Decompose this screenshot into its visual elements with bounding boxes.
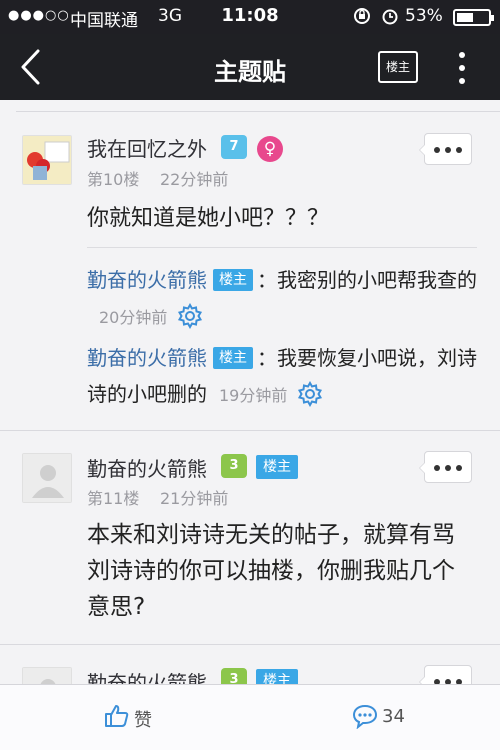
username[interactable]: 勤奋的火箭熊 — [87, 667, 207, 684]
divider — [87, 247, 477, 248]
op-tag: 楼主 — [256, 455, 298, 479]
reply-time: 19分钟前 — [219, 386, 288, 405]
default-avatar-icon — [23, 454, 71, 502]
more-dots-icon[interactable] — [419, 665, 472, 684]
op-tag: 楼主 — [256, 669, 298, 684]
page-title: 主题贴 — [214, 58, 286, 86]
bottom-toolbar: 赞 34 — [0, 684, 500, 750]
rotation-lock-icon — [352, 6, 372, 31]
divider — [0, 430, 500, 431]
battery-percentage: 53% — [405, 6, 443, 26]
nav-bar: 主题贴 楼主 — [0, 34, 500, 100]
settings-gear-icon[interactable] — [177, 302, 203, 330]
username[interactable]: 勤奋的火箭熊 — [87, 453, 207, 482]
thumbs-up-icon — [105, 705, 129, 727]
like-label: 赞 — [134, 710, 152, 731]
battery-icon — [453, 9, 494, 26]
post-body: 你就知道是她小吧？？？ — [87, 206, 330, 231]
more-vertical-icon[interactable] — [453, 50, 471, 86]
floor-number: 第11楼 — [87, 489, 140, 508]
divider — [16, 111, 500, 112]
default-avatar-icon — [23, 668, 71, 684]
female-icon: ♀ — [257, 136, 283, 162]
level-badge: 7 — [221, 135, 247, 159]
thread-content: 我在回忆之外 7 ♀ 第10楼 22分钟前 你就知道是她小吧？？？ 勤奋的火箭熊… — [0, 100, 500, 684]
username[interactable]: 我在回忆之外 — [87, 133, 207, 162]
post-time: 22分钟前 — [160, 170, 229, 189]
reply-item[interactable]: 勤奋的火箭熊 楼主 ：我密别的小吧帮我查的 20分钟前 — [87, 262, 477, 336]
avatar[interactable] — [22, 135, 72, 185]
op-tag: 楼主 — [213, 269, 253, 291]
alarm-icon — [380, 6, 400, 31]
avatar[interactable] — [22, 453, 72, 503]
divider — [0, 644, 500, 645]
reply-username[interactable]: 勤奋的火箭熊 — [87, 346, 207, 370]
reply-time: 20分钟前 — [99, 308, 168, 327]
floor-number: 第10楼 — [87, 170, 140, 189]
reply-item[interactable]: 勤奋的火箭熊 楼主 ：我要恢复小吧说，刘诗诗的小吧删的 19分钟前 — [87, 340, 477, 414]
only-op-button[interactable]: 楼主 — [378, 51, 418, 83]
more-dots-icon[interactable] — [419, 133, 472, 165]
avatar-image — [23, 136, 71, 184]
more-dots-icon[interactable] — [419, 451, 472, 483]
level-badge: 3 — [221, 668, 247, 684]
post-body: 本来和刘诗诗无关的帖子，就算有骂刘诗诗的你可以抽楼，你删我贴几个意思? — [87, 522, 455, 620]
reply-username[interactable]: 勤奋的火箭熊 — [87, 268, 207, 292]
level-badge: 3 — [221, 454, 247, 478]
avatar[interactable] — [22, 667, 72, 684]
reply-text: ：我密别的小吧帮我查的 — [257, 268, 477, 292]
battery-fill — [457, 13, 473, 22]
settings-gear-icon[interactable] — [297, 380, 323, 408]
post-time: 21分钟前 — [160, 489, 229, 508]
comment-count: 34 — [382, 706, 405, 727]
comment-bubble-icon — [352, 704, 378, 729]
status-bar: ●●●○○ 中国联通 3G 11:08 53% — [0, 0, 500, 34]
op-tag: 楼主 — [213, 347, 253, 369]
